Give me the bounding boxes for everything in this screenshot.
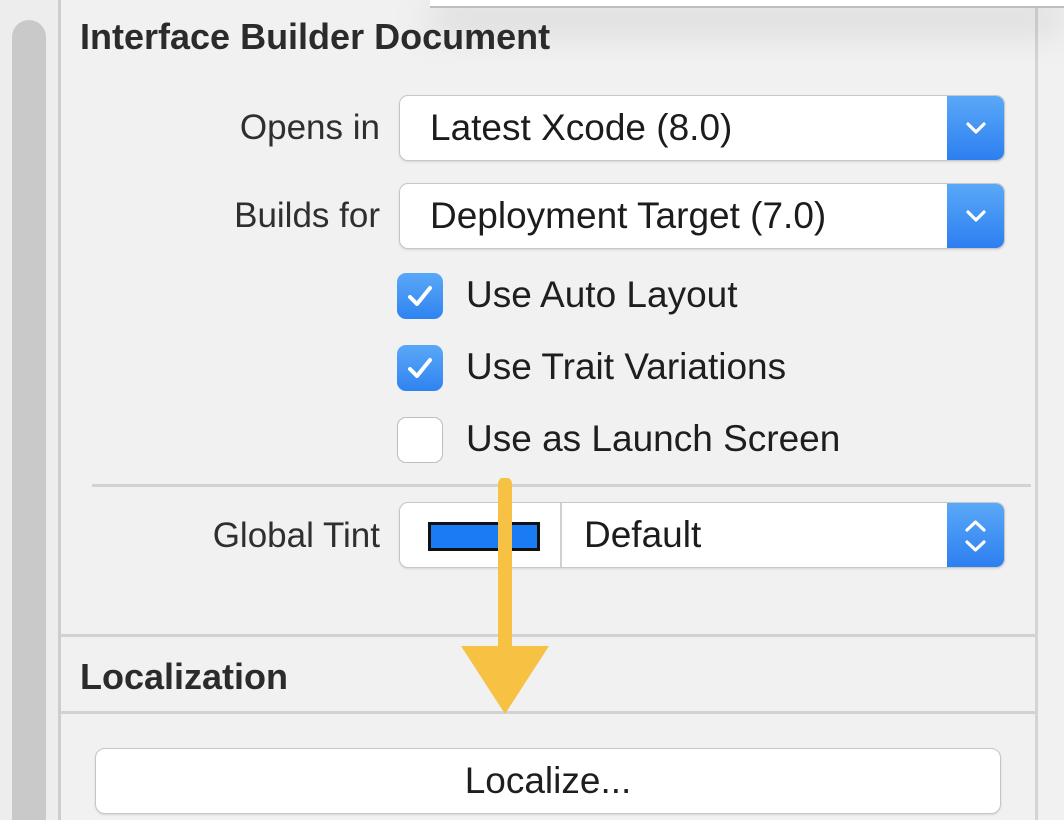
annotation-arrow-icon	[461, 478, 549, 714]
section-title-localization: Localization	[80, 656, 289, 697]
builds-for-label: Builds for	[234, 196, 380, 235]
use-auto-layout-label[interactable]: Use Auto Layout	[466, 274, 738, 316]
localize-button[interactable]: Localize...	[95, 748, 1001, 814]
opens-in-label: Opens in	[239, 108, 380, 147]
use-auto-layout-checkbox[interactable]	[397, 273, 443, 319]
opens-in-popup[interactable]: Latest Xcode (8.0)	[399, 95, 1005, 161]
chevron-down-icon	[947, 96, 1004, 160]
panel-right-edge	[1035, 0, 1038, 820]
checkmark-icon	[408, 358, 432, 378]
scrollbar[interactable]	[12, 20, 46, 820]
chevron-down-icon	[947, 184, 1004, 248]
use-trait-variations-label[interactable]: Use Trait Variations	[466, 346, 786, 388]
global-tint-value: Default	[584, 514, 702, 555]
builds-for-value: Deployment Target (7.0)	[430, 195, 827, 236]
use-trait-variations-checkbox[interactable]	[397, 345, 443, 391]
builds-for-popup[interactable]: Deployment Target (7.0)	[399, 183, 1005, 249]
use-as-launch-screen-label[interactable]: Use as Launch Screen	[466, 418, 840, 460]
section-title-interface-builder-document: Interface Builder Document	[80, 16, 551, 57]
opens-in-value: Latest Xcode (8.0)	[430, 107, 733, 148]
checkmark-icon	[408, 286, 432, 306]
overlapping-popover	[430, 0, 1064, 8]
global-tint-label: Global Tint	[212, 516, 380, 555]
up-down-chevron-icon	[947, 503, 1004, 567]
divider	[92, 484, 1031, 487]
use-as-launch-screen-checkbox[interactable]	[397, 417, 443, 463]
